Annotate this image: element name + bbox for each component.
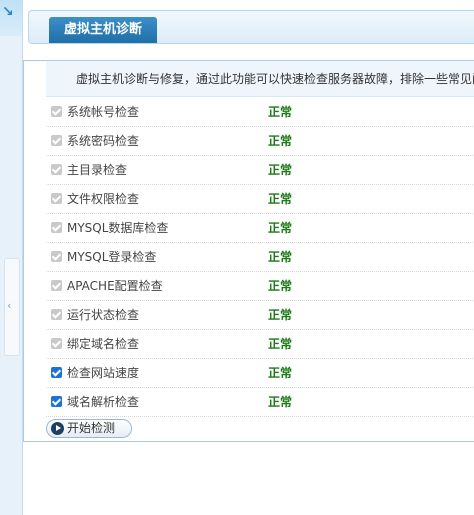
corner-arrow-icon: ↘ xyxy=(2,4,14,20)
left-sidebar-strip: ↘ ‹ xyxy=(0,0,23,515)
check-label: MYSQL数据库检查 xyxy=(67,221,169,235)
check-row: MYSQL登录检查 正常 xyxy=(46,243,474,272)
check-label: MYSQL登录检查 xyxy=(67,250,157,264)
check-row: 运行状态检查 正常 xyxy=(46,301,474,330)
chevron-left-icon: ‹ xyxy=(7,299,12,312)
check-status: 正常 xyxy=(268,308,293,322)
check-label: 系统帐号检查 xyxy=(67,105,140,119)
check-checkbox[interactable] xyxy=(51,396,62,407)
check-row: 系统帐号检查 正常 xyxy=(46,98,474,127)
check-status: 正常 xyxy=(268,279,293,293)
sidebar-collapse-handle[interactable]: ‹ xyxy=(4,258,20,356)
start-check-label: 开始检测 xyxy=(67,421,116,435)
check-checkbox xyxy=(51,106,62,117)
check-checkbox xyxy=(51,135,62,146)
check-label: 主目录检查 xyxy=(67,163,128,177)
check-row: 检查网站速度 正常 xyxy=(46,359,474,388)
check-row: 域名解析检查 正常 xyxy=(46,388,474,417)
check-row: MYSQL数据库检查 正常 xyxy=(46,214,474,243)
check-checkbox xyxy=(51,309,62,320)
check-label: 系统密码检查 xyxy=(67,134,140,148)
check-checkbox xyxy=(51,164,62,175)
check-label: 绑定域名检查 xyxy=(67,337,140,351)
check-checkbox xyxy=(51,222,62,233)
check-label: APACHE配置检查 xyxy=(67,279,163,293)
check-row: 文件权限检查 正常 xyxy=(46,185,474,214)
description-text: 虚拟主机诊断与修复，通过此功能可以快速检查服务器故障，排除一些常见问题 xyxy=(46,61,474,97)
check-label: 运行状态检查 xyxy=(67,308,140,322)
check-status: 正常 xyxy=(268,395,293,409)
check-status: 正常 xyxy=(268,134,293,148)
check-row: APACHE配置检查 正常 xyxy=(46,272,474,301)
check-label: 文件权限检查 xyxy=(67,192,140,206)
check-status: 正常 xyxy=(268,250,293,264)
check-checkbox xyxy=(51,251,62,262)
check-status: 正常 xyxy=(268,163,293,177)
check-list: 系统帐号检查 正常 系统密码检查 正常 主目录检查 正常 文件权限检查 正常 MYSQL数据库检… xyxy=(46,98,474,417)
check-status: 正常 xyxy=(268,366,293,380)
sidebar-corner: ↘ xyxy=(0,0,22,36)
header-bar: 虚拟主机诊断 xyxy=(28,10,474,44)
check-checkbox xyxy=(51,193,62,204)
check-status: 正常 xyxy=(268,221,293,235)
diagnosis-panel: 虚拟主机诊断与修复，通过此功能可以快速检查服务器故障，排除一些常见问题 系统帐号… xyxy=(23,60,474,442)
check-checkbox[interactable] xyxy=(51,367,62,378)
check-status: 正常 xyxy=(268,337,293,351)
check-row: 系统密码检查 正常 xyxy=(46,127,474,156)
tab-host-diagnosis[interactable]: 虚拟主机诊断 xyxy=(49,17,157,43)
check-checkbox xyxy=(51,338,62,349)
play-icon xyxy=(51,422,64,435)
check-row: 主目录检查 正常 xyxy=(46,156,474,185)
start-check-button[interactable]: 开始检测 xyxy=(46,419,132,438)
check-status: 正常 xyxy=(268,192,293,206)
check-status: 正常 xyxy=(268,105,293,119)
check-label: 域名解析检查 xyxy=(67,395,140,409)
check-row: 绑定域名检查 正常 xyxy=(46,330,474,359)
check-label: 检查网站速度 xyxy=(67,366,140,380)
check-checkbox xyxy=(51,280,62,291)
